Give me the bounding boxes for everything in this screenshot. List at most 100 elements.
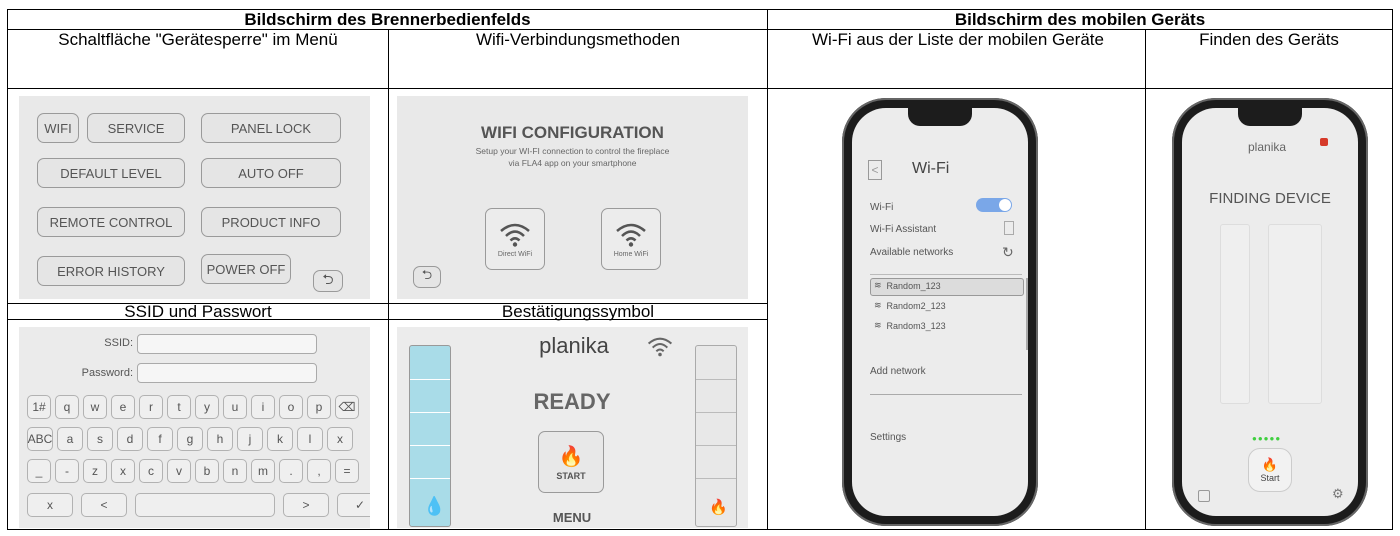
power-off-button[interactable]: POWER OFF [201, 254, 291, 284]
back-icon[interactable]: < [868, 160, 882, 180]
back-arrow-icon[interactable]: ⮌ [413, 266, 441, 288]
wifi-signal-icon: ≋ [874, 300, 882, 310]
keyboard-key[interactable]: d [117, 427, 143, 451]
start-button[interactable]: 🔥 Start [1248, 448, 1292, 492]
phone-notch [1238, 108, 1302, 126]
wifi-toggle-label: Wi-Fi [870, 202, 894, 213]
start-button[interactable]: 🔥 START [538, 431, 604, 493]
network-row-2[interactable]: ≋ Random2_123 [874, 300, 946, 311]
direct-wifi-button[interactable]: Direct WiFi [485, 208, 545, 270]
flame-icon: 🔥 [709, 499, 728, 516]
home-wifi-button[interactable]: Home WiFi [601, 208, 661, 270]
default-level-button[interactable]: DEFAULT LEVEL [37, 158, 185, 188]
col-divider-left [388, 29, 389, 530]
service-button[interactable]: SERVICE [87, 113, 185, 143]
keyboard-key[interactable]: z [83, 459, 107, 483]
remote-control-button[interactable]: REMOTE CONTROL [37, 207, 185, 237]
keyboard-key[interactable]: e [111, 395, 135, 419]
ssid-field[interactable] [137, 334, 317, 354]
keyboard-key[interactable]: o [279, 395, 303, 419]
keyboard-key[interactable]: n [223, 459, 247, 483]
heat-level-bar [1268, 224, 1322, 404]
keyboard-key[interactable]: 1# [27, 395, 51, 419]
wifi-config-subtitle-1: Setup your WI-FI connection to control t… [475, 146, 670, 156]
col-divider-right [1145, 29, 1146, 530]
keyboard-key[interactable]: u [223, 395, 247, 419]
product-info-button[interactable]: PRODUCT INFO [201, 207, 341, 237]
keyboard-key[interactable]: t [167, 395, 191, 419]
keyboard-key[interactable]: = [335, 459, 359, 483]
keyboard-key[interactable]: . [279, 459, 303, 483]
wifi-config-title: WIFI CONFIGURATION [481, 123, 664, 142]
keyboard-key[interactable]: ✓ [337, 493, 370, 517]
keyboard-key[interactable]: s [87, 427, 113, 451]
keyboard-key[interactable]: l [297, 427, 323, 451]
keyboard-key[interactable]: , [307, 459, 331, 483]
keyboard-key[interactable]: j [237, 427, 263, 451]
divider [870, 274, 1022, 275]
password-label: Password: [81, 367, 133, 379]
keyboard-key[interactable]: g [177, 427, 203, 451]
menu-button[interactable]: MENU [527, 510, 617, 525]
keyboard-key[interactable]: ABC [27, 427, 53, 451]
water-drop-icon: 💧 [423, 496, 446, 516]
ready-panel-screenshot: 💧 🔥 planika READY 🔥 START MENU [397, 327, 748, 528]
keyboard-key[interactable]: v [167, 459, 191, 483]
add-network-label[interactable]: Add network [870, 366, 926, 377]
keyboard-key[interactable]: _ [27, 459, 51, 483]
keyboard-key[interactable]: a [57, 427, 83, 451]
settings-label[interactable]: Settings [870, 432, 906, 443]
gear-icon[interactable]: ⚙ [1332, 486, 1344, 502]
password-field[interactable] [137, 363, 317, 383]
wifi-signal-icon: ≋ [874, 320, 882, 330]
keyboard-key[interactable]: p [307, 395, 331, 419]
error-history-button[interactable]: ERROR HISTORY [37, 256, 185, 286]
keyboard-key[interactable]: w [83, 395, 107, 419]
keyboard-key[interactable]: q [55, 395, 79, 419]
keyboard-key[interactable]: k [267, 427, 293, 451]
keyboard-key[interactable]: ⌫ [335, 395, 359, 419]
keyboard-key[interactable]: x [27, 493, 73, 517]
keyboard-key[interactable]: i [251, 395, 275, 419]
subheader-confirmation-icon: Bestätigungssymbol [501, 302, 655, 321]
keyboard-key[interactable]: > [283, 493, 329, 517]
keyboard-key[interactable]: b [195, 459, 219, 483]
scrollbar[interactable] [1026, 278, 1028, 350]
keyboard-key[interactable]: r [139, 395, 163, 419]
auto-off-button[interactable]: AUTO OFF [201, 158, 341, 188]
back-arrow-icon[interactable]: ⮌ [313, 270, 343, 292]
keyboard-key[interactable]: - [55, 459, 79, 483]
panel-lock-button[interactable]: PANEL LOCK [201, 113, 341, 143]
wifi-icon [616, 223, 646, 247]
wifi-signal-icon: ≋ [874, 280, 882, 290]
header-burner-panel: Bildschirm des Brennerbedienfelds [244, 10, 531, 29]
info-icon[interactable] [1198, 490, 1210, 502]
wifi-assistant-label: Wi-Fi Assistant [870, 224, 937, 235]
direct-wifi-label: Direct WiFi [497, 250, 533, 258]
keyboard-key[interactable]: h [207, 427, 233, 451]
phone-wifi-screen: < Wi-Fi Wi-Fi Wi-Fi Assistant Available … [852, 108, 1028, 516]
keyboard-key[interactable]: x [111, 459, 135, 483]
network-row-3[interactable]: ≋ Random3_123 [874, 320, 946, 331]
keyboard-key[interactable] [135, 493, 275, 517]
keyboard-key[interactable]: x [327, 427, 353, 451]
comparison-table: Bildschirm des Brennerbedienfelds Bildsc… [0, 0, 1400, 536]
keyboard-key[interactable]: < [81, 493, 127, 517]
wifi-button[interactable]: WIFI [37, 113, 79, 143]
subheader-wifi-methods: Wifi-Verbindungsmethoden [475, 30, 681, 49]
chevron-right-icon[interactable] [1004, 221, 1014, 235]
network-name: Random_123 [886, 280, 941, 291]
keyboard-key[interactable]: c [139, 459, 163, 483]
keyboard-key[interactable]: f [147, 427, 173, 451]
divider [870, 394, 1022, 395]
start-label: Start [1260, 473, 1280, 483]
refresh-icon[interactable]: ↻ [1002, 244, 1014, 261]
network-row-1[interactable]: ≋ Random_123 [874, 280, 941, 291]
lock-icon[interactable] [1320, 138, 1328, 146]
keyboard-key[interactable]: m [251, 459, 275, 483]
phone-finding: planika FINDING DEVICE ●●●●● 🔥 Start ⚙ [1172, 98, 1368, 526]
keyboard-key[interactable]: y [195, 395, 219, 419]
ssid-panel-screenshot: SSID: Password: 1# q w e r t y u i o p ⌫ ABC a s d f g h j k… [19, 327, 370, 528]
flame-level-bar: 💧 [409, 345, 451, 527]
wifi-toggle[interactable] [976, 198, 1012, 212]
